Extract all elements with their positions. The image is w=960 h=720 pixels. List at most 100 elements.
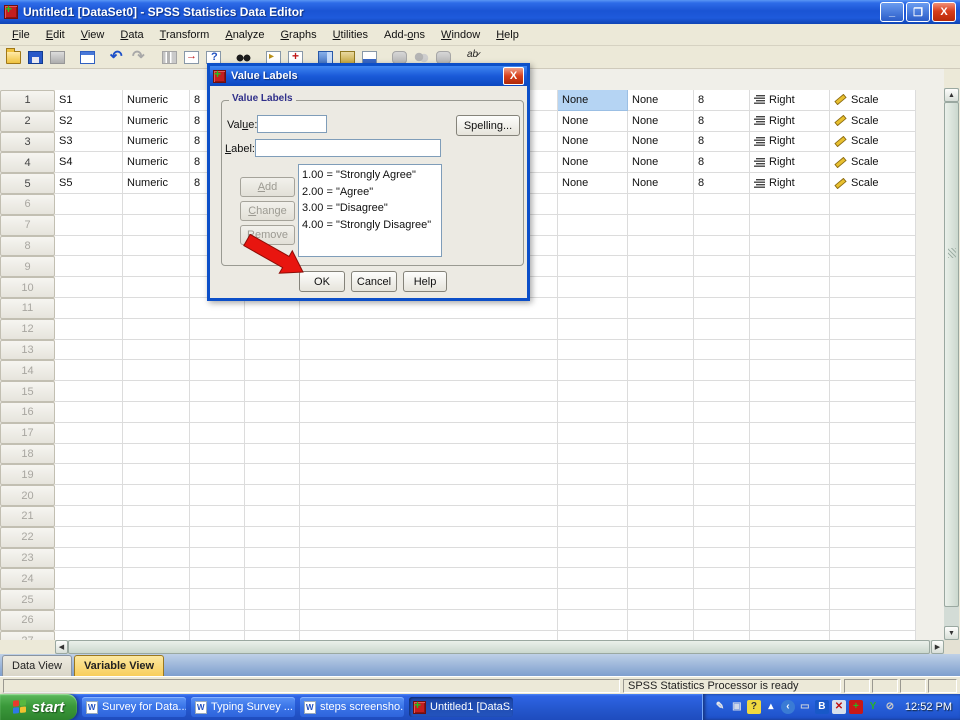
grid-cell-type[interactable]: Numeric (123, 173, 190, 194)
task-button[interactable]: Untitled1 [DataS... (409, 697, 513, 717)
scroll-down-icon[interactable]: ▼ (944, 626, 959, 640)
grid-cell-align[interactable]: Right (750, 173, 830, 194)
grid-cell-values[interactable]: None (558, 131, 628, 153)
grid-cell-name[interactable]: S3 (55, 131, 123, 153)
grid-cell-decimals[interactable] (245, 464, 300, 486)
grid-cell-width[interactable] (190, 381, 245, 402)
row-header[interactable]: 16 (0, 402, 55, 423)
grid-cell-values[interactable] (558, 630, 628, 640)
grid-cell-type[interactable] (123, 526, 190, 548)
grid-cell-values[interactable] (558, 235, 628, 257)
grid-cell-label[interactable] (300, 568, 558, 590)
grid-cell-columns[interactable] (694, 381, 750, 402)
goto-chart-icon[interactable] (159, 47, 180, 67)
grid-cell-label[interactable] (300, 360, 558, 382)
grid-cell-type[interactable] (123, 277, 190, 298)
grid-cell-missing[interactable] (628, 422, 694, 444)
grid-cell-measure[interactable] (830, 485, 916, 506)
grid-cell-type[interactable] (123, 506, 190, 527)
grid-cell-align[interactable] (750, 443, 830, 465)
grid-cell-type[interactable] (123, 360, 190, 382)
row-header[interactable]: 15 (0, 381, 55, 402)
row-header[interactable]: 13 (0, 339, 55, 361)
close-button[interactable]: X (932, 2, 956, 22)
grid-cell-name[interactable] (55, 485, 123, 506)
grid-cell-width[interactable] (190, 547, 245, 569)
value-label-item[interactable]: 4.00 = "Strongly Disagree" (302, 217, 441, 234)
grid-cell-align[interactable]: Right (750, 90, 830, 111)
grid-cell-measure[interactable] (830, 443, 916, 465)
grid-cell-measure[interactable] (830, 464, 916, 486)
grid-cell-columns[interactable] (694, 485, 750, 506)
grid-cell-missing[interactable] (628, 568, 694, 590)
dialog-title-bar[interactable]: Value Labels X (210, 66, 527, 86)
grid-cell-decimals[interactable] (245, 485, 300, 506)
save-icon[interactable] (25, 47, 46, 67)
grid-cell-values[interactable] (558, 298, 628, 319)
grid-cell-align[interactable] (750, 422, 830, 444)
grid-cell-name[interactable] (55, 277, 123, 298)
grid-cell-label[interactable] (300, 506, 558, 527)
grid-cell-align[interactable] (750, 568, 830, 590)
grid-cell-missing[interactable] (628, 506, 694, 527)
scroll-up-icon[interactable]: ▲ (944, 88, 959, 102)
value-input[interactable] (257, 115, 327, 133)
grid-cell-decimals[interactable] (245, 443, 300, 465)
grid-cell-values[interactable] (558, 214, 628, 236)
grid-cell-missing[interactable] (628, 610, 694, 631)
grid-cell-decimals[interactable] (245, 339, 300, 361)
grid-cell-name[interactable] (55, 298, 123, 319)
grid-cell-columns[interactable] (694, 443, 750, 465)
grid-cell-missing[interactable] (628, 589, 694, 610)
display-settings-icon[interactable]: ▣ (730, 700, 744, 714)
grid-cell-type[interactable] (123, 339, 190, 361)
grid-cell-values[interactable] (558, 339, 628, 361)
grid-cell-measure[interactable] (830, 402, 916, 423)
grid-cell-align[interactable] (750, 339, 830, 361)
grid-cell-columns[interactable] (694, 526, 750, 548)
grid-cell-values[interactable]: None (558, 90, 628, 111)
grid-cell-align[interactable] (750, 464, 830, 486)
grid-cell-decimals[interactable] (245, 360, 300, 382)
vertical-scroll-thumb[interactable] (944, 102, 959, 607)
grid-cell-align[interactable] (750, 630, 830, 640)
grid-cell-label[interactable] (300, 485, 558, 506)
change-button[interactable]: Change (240, 201, 295, 221)
grid-cell-values[interactable] (558, 318, 628, 340)
grid-cell-values[interactable] (558, 422, 628, 444)
grid-cell-missing[interactable] (628, 318, 694, 340)
print-icon[interactable] (47, 47, 68, 67)
grid-cell-align[interactable]: Right (750, 131, 830, 153)
grid-cell-measure[interactable] (830, 630, 916, 640)
grid-cell-measure[interactable]: Scale (830, 152, 916, 174)
grid-cell-width[interactable] (190, 526, 245, 548)
horizontal-scroll-thumb[interactable] (68, 640, 930, 654)
grid-cell-columns[interactable] (694, 568, 750, 590)
wireless-icon[interactable]: Y (866, 700, 880, 714)
grid-cell-width[interactable] (190, 506, 245, 527)
grid-cell-type[interactable] (123, 443, 190, 465)
grid-cell-name[interactable] (55, 589, 123, 610)
grid-cell-values[interactable] (558, 547, 628, 569)
grid-cell-measure[interactable] (830, 256, 916, 278)
grid-cell-type[interactable] (123, 402, 190, 423)
grid-cell-width[interactable] (190, 589, 245, 610)
dialog-close-icon[interactable]: X (503, 67, 524, 85)
grid-cell-columns[interactable] (694, 402, 750, 423)
grid-cell-measure[interactable] (830, 277, 916, 298)
grid-cell-decimals[interactable] (245, 630, 300, 640)
grid-cell-columns[interactable] (694, 630, 750, 640)
grid-cell-align[interactable] (750, 256, 830, 278)
grid-cell-align[interactable] (750, 526, 830, 548)
grid-cell-type[interactable] (123, 214, 190, 236)
grid-cell-name[interactable] (55, 443, 123, 465)
row-header[interactable]: 27 (0, 630, 55, 640)
restore-button[interactable]: ❐ (906, 2, 930, 22)
grid-cell-values[interactable]: None (558, 173, 628, 194)
grid-cell-type[interactable] (123, 589, 190, 610)
grid-cell-values[interactable] (558, 526, 628, 548)
grid-cell-missing[interactable] (628, 277, 694, 298)
value-label-item[interactable]: 2.00 = "Agree" (302, 184, 441, 201)
grid-cell-columns[interactable]: 8 (694, 131, 750, 153)
grid-cell-label[interactable] (300, 464, 558, 486)
